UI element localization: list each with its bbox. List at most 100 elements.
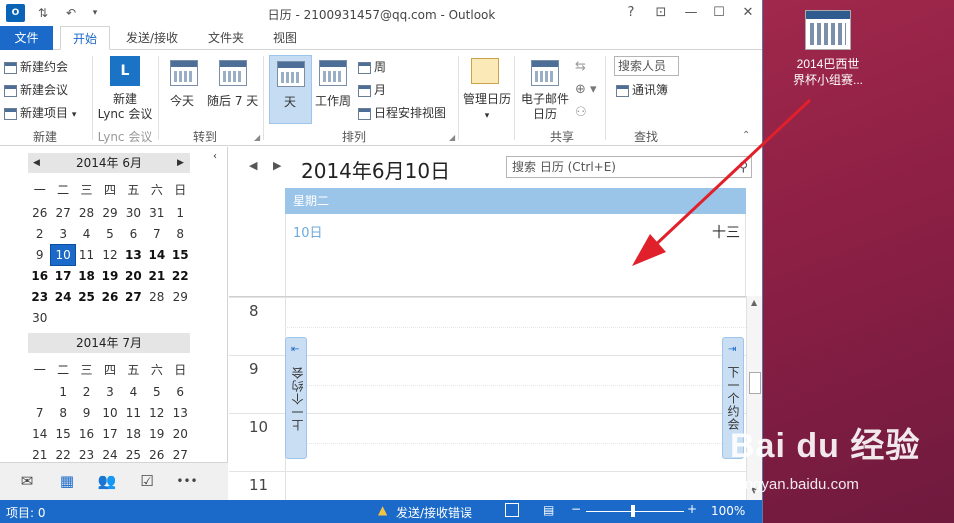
day-cell[interactable]: 23 <box>28 287 51 307</box>
day-cell[interactable]: 1 <box>169 203 192 223</box>
tab-view[interactable]: 视图 <box>261 26 309 50</box>
zoom-out-icon[interactable]: − <box>571 502 581 516</box>
day-cell[interactable]: 9 <box>28 245 51 265</box>
new-meeting-button[interactable]: 新建会议 <box>4 81 68 98</box>
search-icon[interactable]: ⚲ <box>738 158 748 178</box>
day-cell[interactable]: 20 <box>122 266 145 286</box>
vertical-scrollbar[interactable]: ▲ ▼ <box>746 296 762 500</box>
day-view-button[interactable]: 天 <box>269 55 312 124</box>
desktop-file-label[interactable]: 2014巴西世 界杯小组赛... <box>786 56 870 88</box>
day-cell[interactable]: 12 <box>98 245 121 265</box>
help-button[interactable]: ? <box>618 3 644 23</box>
day-cell[interactable]: 13 <box>122 245 145 265</box>
day-cell[interactable]: 24 <box>51 287 74 307</box>
day-cell[interactable]: 11 <box>122 403 145 423</box>
day-cell[interactable]: 27 <box>51 203 74 223</box>
mail-icon[interactable]: ✉ <box>14 471 40 491</box>
day-cell[interactable]: 5 <box>145 382 168 402</box>
previous-appointment-button[interactable]: ⇤ 上一个约会 <box>285 337 307 459</box>
dialog-launcher-icon[interactable]: ◢ <box>449 133 455 142</box>
day-cell[interactable]: 16 <box>28 266 51 286</box>
tab-send-receive[interactable]: 发送/接收 <box>114 26 190 50</box>
all-day-area[interactable]: 10日 十三 <box>285 214 746 296</box>
day-cell[interactable]: 14 <box>28 424 51 444</box>
email-calendar-button[interactable]: 电子邮件 日历 <box>520 92 570 122</box>
day-cell[interactable]: 9 <box>75 403 98 423</box>
scroll-up-icon[interactable]: ▲ <box>751 298 757 307</box>
day-cell[interactable]: 15 <box>169 245 192 265</box>
day-cell[interactable]: 28 <box>75 203 98 223</box>
week-view-button[interactable]: 周 <box>358 58 386 75</box>
day-cell[interactable]: 12 <box>145 403 168 423</box>
day-cell[interactable]: 22 <box>169 266 192 286</box>
day-cell[interactable]: 5 <box>98 224 121 244</box>
send-receive-error[interactable]: 发送/接收错误 <box>396 504 472 521</box>
day-cell[interactable]: 25 <box>75 287 98 307</box>
zoom-level[interactable]: 100% <box>711 504 745 518</box>
zoom-slider-thumb[interactable] <box>631 505 635 517</box>
share-calendar-icon[interactable]: ⇆ <box>575 59 586 74</box>
day-cell[interactable]: 18 <box>122 424 145 444</box>
next-7-days-button[interactable]: 随后 7 天 <box>207 92 258 109</box>
close-button[interactable]: ✕ <box>735 3 761 23</box>
day-cell[interactable]: 16 <box>75 424 98 444</box>
prev-day-icon[interactable]: ◀ <box>249 159 257 172</box>
day-cell[interactable]: 26 <box>28 203 51 223</box>
tasks-icon[interactable]: ☑ <box>134 471 160 491</box>
schedule-view-button[interactable]: 日程安排视图 <box>358 104 446 121</box>
zoom-in-icon[interactable]: + <box>687 502 697 516</box>
new-lync-meeting-button[interactable]: 新建 Lync 会议 <box>97 92 153 122</box>
day-cell[interactable]: 30 <box>122 203 145 223</box>
tab-file[interactable]: 文件 <box>0 26 53 50</box>
new-items-button[interactable]: 新建项目 ▾ <box>4 104 76 121</box>
reading-view-icon[interactable]: ▤ <box>543 503 554 517</box>
day-cell[interactable]: 18 <box>75 266 98 286</box>
day-cell[interactable]: 29 <box>169 287 192 307</box>
day-cell[interactable]: 17 <box>98 424 121 444</box>
day-cell[interactable]: 4 <box>75 224 98 244</box>
minimize-button[interactable]: — <box>678 3 704 23</box>
calendar-icon[interactable]: ▦ <box>54 471 80 491</box>
next-day-icon[interactable]: ▶ <box>273 159 281 172</box>
next-month-icon[interactable]: ▶ <box>177 158 184 168</box>
desktop-file-icon[interactable] <box>805 10 851 50</box>
dialog-launcher-icon[interactable]: ◢ <box>254 133 260 142</box>
calendar-permissions-icon[interactable]: ⚇ <box>575 105 587 120</box>
work-week-button[interactable]: 工作周 <box>315 92 351 109</box>
day-cell[interactable]: 6 <box>169 382 192 402</box>
search-people-input[interactable]: 搜索人员 <box>614 56 679 76</box>
day-cell[interactable]: 6 <box>122 224 145 244</box>
maximize-button[interactable]: ☐ <box>706 3 732 23</box>
day-cell[interactable]: 19 <box>145 424 168 444</box>
publish-online-icon[interactable]: ⊕ ▾ <box>575 82 597 97</box>
day-cell[interactable]: 29 <box>98 203 121 223</box>
day-cell[interactable]: 26 <box>98 287 121 307</box>
today-button[interactable]: 今天 <box>170 92 194 109</box>
tab-home[interactable]: 开始 <box>60 26 111 50</box>
collapse-pane-icon[interactable]: ‹ <box>213 151 217 162</box>
day-cell[interactable]: 2 <box>75 382 98 402</box>
ribbon-display-button[interactable]: ⊡ <box>648 3 674 23</box>
day-cell[interactable]: 13 <box>169 403 192 423</box>
day-cell[interactable]: 3 <box>51 224 74 244</box>
day-cell[interactable]: 27 <box>122 287 145 307</box>
scrollbar-thumb[interactable] <box>749 372 761 394</box>
more-icon[interactable]: ••• <box>174 471 200 491</box>
day-cell[interactable]: 31 <box>145 203 168 223</box>
people-icon[interactable]: 👥 <box>94 471 120 491</box>
day-cell[interactable]: 7 <box>28 403 51 423</box>
day-cell[interactable]: 10 <box>98 403 121 423</box>
calendar-search-input[interactable]: 搜索 日历 (Ctrl+E) ⚲ <box>506 156 752 178</box>
day-cell[interactable]: 7 <box>145 224 168 244</box>
day-cell[interactable]: 3 <box>98 382 121 402</box>
day-cell[interactable]: 11 <box>75 245 98 265</box>
month-view-button[interactable]: 月 <box>358 81 386 98</box>
new-appointment-button[interactable]: 新建约会 <box>4 58 68 75</box>
address-book-button[interactable]: 通讯簿 <box>616 81 668 98</box>
day-cell[interactable]: 20 <box>169 424 192 444</box>
day-cell[interactable]: 30 <box>28 308 51 328</box>
day-cell[interactable]: 1 <box>51 382 74 402</box>
zoom-slider[interactable] <box>586 511 684 512</box>
day-cell[interactable]: 2 <box>28 224 51 244</box>
day-cell[interactable]: 8 <box>51 403 74 423</box>
